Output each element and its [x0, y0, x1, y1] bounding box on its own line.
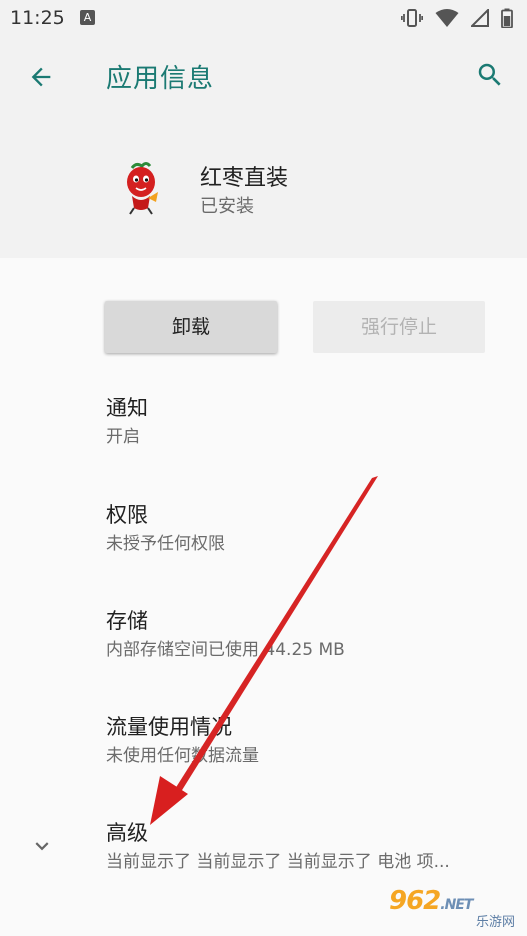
app-header: 红枣直装 已安装: [0, 116, 527, 258]
status-bar: 11:25 A: [0, 0, 527, 36]
status-time: 11:25: [10, 7, 65, 29]
force-stop-button[interactable]: 强行停止: [313, 301, 485, 353]
uninstall-button[interactable]: 卸载: [105, 301, 277, 353]
arrow-back-icon: [31, 67, 51, 87]
settings-item-title: 高级: [106, 821, 148, 845]
settings-item-subtitle: 未使用任何数据流量: [106, 746, 259, 766]
settings-item-advanced[interactable]: 高级 当前显示了 当前显示了 当前显示了 电池 项...: [106, 819, 516, 875]
settings-item-title: 流量使用情况: [106, 715, 232, 739]
notification-a-icon: A: [80, 10, 95, 25]
settings-item-data-usage[interactable]: 流量使用情况 未使用任何数据流量: [106, 713, 516, 769]
settings-item-permissions[interactable]: 权限 未授予任何权限: [106, 501, 516, 557]
red-date-mascot-icon: [127, 162, 158, 215]
watermark-brand: 962.NET: [389, 886, 473, 916]
settings-item-notifications[interactable]: 通知 开启: [106, 394, 516, 450]
app-bar: 应用信息: [0, 36, 527, 116]
wifi-icon: [435, 9, 459, 27]
app-name: 红枣直装: [200, 166, 289, 191]
vibrate-icon: [401, 9, 423, 27]
settings-item-storage[interactable]: 存储 内部存储空间已使用 44.25 MB: [106, 607, 516, 663]
status-icons: [401, 8, 513, 28]
settings-item-subtitle: 当前显示了 当前显示了 当前显示了 电池 项...: [106, 852, 450, 872]
battery-icon: [501, 8, 513, 28]
chevron-down-icon: [35, 842, 49, 851]
page-title: 应用信息: [106, 64, 215, 94]
search-icon: [478, 63, 501, 86]
expand-advanced-button[interactable]: [28, 832, 56, 860]
settings-item-title: 通知: [106, 396, 148, 420]
app-install-status: 已安装: [200, 196, 254, 217]
watermark-name: 乐游网: [475, 915, 515, 930]
watermark-logo: 962.NET 乐游网: [379, 886, 519, 930]
settings-item-title: 权限: [106, 503, 148, 527]
back-button[interactable]: [24, 60, 58, 94]
settings-item-subtitle: 内部存储空间已使用 44.25 MB: [106, 640, 345, 660]
search-button[interactable]: [473, 58, 507, 92]
settings-item-title: 存储: [106, 609, 148, 633]
settings-item-subtitle: 开启: [106, 427, 140, 447]
settings-item-subtitle: 未授予任何权限: [106, 534, 225, 554]
signal-icon: [471, 9, 489, 27]
